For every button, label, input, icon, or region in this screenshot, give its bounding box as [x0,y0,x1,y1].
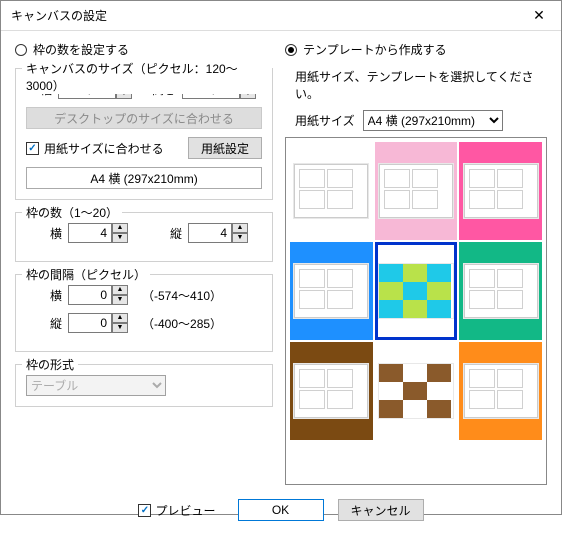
dialog-window: キャンバスの設定 ✕ 枠の数を設定する キャンバスのサイズ（ピクセル：120～3… [0,0,562,515]
frame-style-title: 枠の形式 [22,356,78,373]
mode-template-radio[interactable]: テンプレートから作成する [285,41,547,58]
frames-v-label: 縦 [156,225,182,242]
fit-desktop-button: デスクトップのサイズに合わせる [26,107,262,129]
frames-h-spinner[interactable]: ▲▼ [68,223,128,243]
paper-settings-button[interactable]: 用紙設定 [188,137,262,159]
left-panel: 枠の数を設定する キャンバスのサイズ（ピクセル：120～3000） 幅 ▲▼ 高… [15,41,273,485]
template-thumb-2[interactable] [459,142,542,240]
canvas-size-group: キャンバスのサイズ（ピクセル：120～3000） 幅 ▲▼ 高さ ▲▼ デスクト… [15,68,273,200]
window-title: キャンバスの設定 [11,7,107,24]
spin-up-icon[interactable]: ▲ [112,313,128,323]
template-thumb-3[interactable] [290,242,373,340]
frames-v-spinner[interactable]: ▲▼ [188,223,248,243]
fit-paper-label: 用紙サイズに合わせる [44,140,164,157]
template-hint: 用紙サイズ、テンプレートを選択してください。 [295,68,547,102]
spin-up-icon[interactable]: ▲ [112,223,128,233]
mode-frames-label: 枠の数を設定する [33,41,129,58]
close-icon[interactable]: ✕ [517,1,561,31]
frame-style-select: テーブル [26,375,166,396]
frames-h-label: 横 [36,225,62,242]
template-thumb-1[interactable] [375,142,458,240]
dialog-footer: プレビュー OK キャンセル [1,491,561,533]
spin-down-icon[interactable]: ▼ [232,233,248,243]
template-thumb-4[interactable] [375,242,458,340]
paper-size-label: 用紙サイズ [295,112,355,129]
titlebar: キャンバスの設定 ✕ [1,1,561,31]
gap-h-spinner[interactable]: ▲▼ [68,285,128,305]
fit-paper-checkbox[interactable] [26,142,39,155]
gap-v-input[interactable] [68,313,112,333]
gap-v-spinner[interactable]: ▲▼ [68,313,128,333]
preview-label: プレビュー [155,502,215,519]
frame-style-group: 枠の形式 テーブル [15,364,273,407]
frame-gap-group: 枠の間隔（ピクセル） 横 ▲▼ （-574～410） 縦 ▲▼ （-400～2 [15,274,273,352]
template-grid[interactable] [285,137,547,485]
spin-down-icon[interactable]: ▼ [112,295,128,305]
paper-display: A4 横 (297x210mm) [26,167,262,189]
ok-button[interactable]: OK [238,499,324,521]
template-thumb-0[interactable] [290,142,373,240]
frame-count-title: 枠の数（1～20） [22,204,122,221]
gap-v-label: 縦 [36,315,62,332]
frame-count-group: 枠の数（1～20） 横 ▲▼ 縦 ▲▼ [15,212,273,262]
spin-up-icon[interactable]: ▲ [232,223,248,233]
right-panel: テンプレートから作成する 用紙サイズ、テンプレートを選択してください。 用紙サイ… [285,41,547,485]
frames-h-input[interactable] [68,223,112,243]
template-thumb-5[interactable] [459,242,542,340]
spin-down-icon[interactable]: ▼ [112,233,128,243]
frame-gap-title: 枠の間隔（ピクセル） [22,266,150,283]
paper-size-select[interactable]: A4 横 (297x210mm) [363,110,503,131]
radio-icon [15,44,27,56]
gap-v-range: （-400～285） [142,315,222,332]
frames-v-input[interactable] [188,223,232,243]
cancel-button[interactable]: キャンセル [338,499,424,521]
template-thumb-6[interactable] [290,342,373,440]
spin-down-icon[interactable]: ▼ [112,323,128,333]
gap-h-range: （-574～410） [142,287,222,304]
gap-h-input[interactable] [68,285,112,305]
mode-template-label: テンプレートから作成する [303,41,447,58]
spin-up-icon[interactable]: ▲ [112,285,128,295]
template-thumb-8[interactable] [459,342,542,440]
template-thumb-7[interactable] [375,342,458,440]
gap-h-label: 横 [36,287,62,304]
canvas-size-title: キャンバスのサイズ（ピクセル：120～3000） [22,60,272,94]
radio-icon [285,44,297,56]
mode-frames-radio[interactable]: 枠の数を設定する [15,41,273,58]
